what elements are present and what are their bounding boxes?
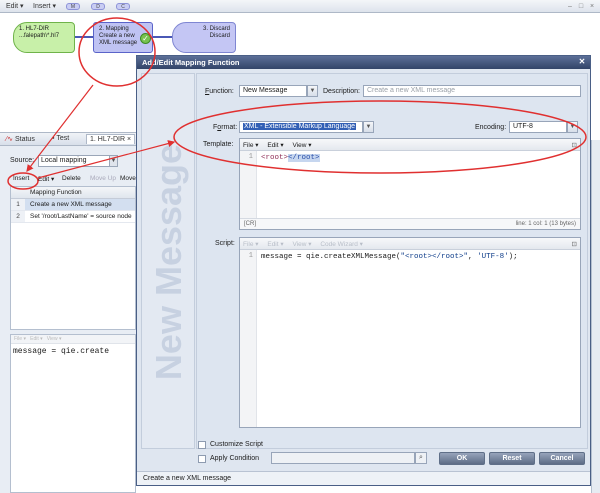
- dropdown-arrow-icon[interactable]: ▼: [567, 121, 578, 133]
- mapping-toolbar: Insert Edit ▾ Delete Move Up Move: [10, 173, 136, 185]
- dialog-side-banner: New Message: [141, 73, 195, 449]
- insert-menu[interactable]: Insert ▾: [33, 2, 56, 10]
- apply-condition-checkbox[interactable]: [198, 455, 206, 463]
- line-gutter: 1: [240, 151, 257, 218]
- node-title: 3. Discard: [202, 26, 230, 32]
- row-number: 2: [11, 211, 25, 222]
- description-placeholder: Create a new XML message: [367, 87, 456, 94]
- right-panel-edge: [591, 140, 600, 493]
- apply-condition-label: Apply Condition: [210, 455, 260, 462]
- node-title: 1. HL7-DIR: [19, 26, 50, 32]
- view-menu[interactable]: View ▾: [292, 142, 311, 149]
- table-row[interactable]: 2 Set '/root/LastName' = source node: [11, 211, 135, 223]
- panel-tabs: ⁄∿ Status ▪ Test 1. HL7-DIR ×: [0, 132, 136, 146]
- edit-menu[interactable]: Edit ▾: [267, 142, 283, 149]
- file-menu[interactable]: File ▾: [243, 241, 259, 248]
- script-label: Script:: [215, 240, 235, 247]
- move-up-button[interactable]: Move Up: [90, 175, 116, 182]
- function-label: Function:: [205, 88, 234, 95]
- main-toolbar: Edit ▾ Insert ▾ M D C – □ ×: [0, 0, 600, 13]
- script-editor-toolbar: File ▾ Edit ▾ View ▾ Code Wizard ▾ ⊡: [240, 238, 580, 250]
- template-status: [CR] line: 1 col: 1 (13 bytes): [240, 218, 580, 229]
- function-select[interactable]: New Message: [239, 85, 307, 97]
- encoding-select[interactable]: UTF-8: [509, 121, 567, 133]
- delete-button[interactable]: Delete: [62, 175, 81, 182]
- node-title: 2. Mapping: [99, 26, 129, 32]
- source-select[interactable]: Local mapping: [38, 155, 118, 167]
- cancel-button[interactable]: Cancel: [539, 452, 585, 465]
- toolbar-chip-m[interactable]: M: [66, 3, 80, 10]
- ok-button[interactable]: OK: [439, 452, 485, 465]
- tab-status[interactable]: ⁄∿ Status: [6, 135, 35, 143]
- template-code: <root></root>: [261, 154, 320, 162]
- move-button[interactable]: Move: [120, 175, 136, 182]
- pulse-icon: ⁄∿: [6, 136, 15, 143]
- search-icon[interactable]: ⌕: [415, 452, 427, 464]
- dialog-title: Add/Edit Mapping Function ✕: [137, 56, 590, 69]
- table-row[interactable]: 1 Create a new XML message: [11, 199, 135, 211]
- row-text: Create a new XML message: [30, 201, 112, 208]
- insert-button[interactable]: Insert: [13, 175, 29, 182]
- column-header: Mapping Function: [11, 187, 135, 199]
- template-mode: [CR]: [244, 221, 256, 227]
- dialog-body: Function: New Message ▼ Description: Cre…: [196, 73, 588, 449]
- tab-hl7-dir[interactable]: 1. HL7-DIR ×: [86, 134, 136, 144]
- row-number: 1: [11, 199, 25, 210]
- code-wizard-menu[interactable]: Code Wizard ▾: [320, 241, 363, 248]
- view-menu[interactable]: View ▾: [292, 241, 311, 248]
- mapping-function-dialog: Add/Edit Mapping Function ✕ New Message …: [136, 55, 591, 486]
- check-icon: ✓: [140, 33, 151, 44]
- script-preview-toolbar: File ▾ Edit ▾ View ▾: [11, 335, 135, 344]
- script-preview[interactable]: File ▾ Edit ▾ View ▾ message = qie.creat…: [10, 334, 136, 493]
- flow-connector: [153, 36, 172, 38]
- encoding-label: Encoding:: [475, 124, 507, 131]
- close-icon[interactable]: ×: [588, 3, 596, 10]
- mapping-panel: Source: Local mapping ▼ Insert Edit ▾ De…: [0, 146, 136, 493]
- dialog-status-bar: Create a new XML message: [137, 471, 590, 485]
- format-value: XML - Extensible Markup Language: [243, 123, 357, 130]
- flow-connector: [75, 36, 93, 38]
- edit-button[interactable]: Edit ▾: [38, 175, 54, 183]
- minimize-icon[interactable]: –: [566, 3, 574, 10]
- dropdown-arrow-icon[interactable]: ▼: [363, 121, 374, 133]
- condition-input[interactable]: [271, 452, 415, 464]
- script-editor[interactable]: File ▾ Edit ▾ View ▾ Code Wizard ▾ ⊡ 1 m…: [239, 237, 581, 428]
- dropdown-arrow-icon[interactable]: ▼: [109, 155, 118, 167]
- toolbar-chip-c[interactable]: C: [116, 3, 130, 10]
- customize-script-checkbox[interactable]: [198, 441, 206, 449]
- edit-menu[interactable]: Edit ▾: [267, 241, 283, 248]
- description-label: Description:: [323, 88, 360, 95]
- template-editor[interactable]: File ▾ Edit ▾ View ▾ ⊡ 1 <root></root> […: [239, 138, 581, 230]
- template-label: Template:: [203, 141, 234, 148]
- flow-node-discard[interactable]: 3. Discard Discard: [172, 22, 236, 53]
- line-gutter: 1: [240, 250, 257, 427]
- mapping-table: Mapping Function 1 Create a new XML mess…: [10, 186, 136, 330]
- script-preview-code: message = qie.create: [13, 347, 110, 356]
- script-code: message = qie.createXMLMessage("<root></…: [261, 253, 518, 261]
- restore-icon[interactable]: □: [577, 3, 585, 10]
- customize-script-label: Customize Script: [210, 441, 263, 448]
- edit-menu[interactable]: Edit ▾: [6, 2, 24, 10]
- flow-node-source[interactable]: 1. HL7-DIR ...falepath\*.hl7: [13, 22, 75, 53]
- source-label: Source:: [10, 157, 35, 164]
- node-subtitle: Discard: [209, 33, 230, 39]
- template-position: line: 1 col: 1 (13 bytes): [515, 221, 576, 227]
- format-label: Format:: [213, 124, 238, 131]
- row-text: Set '/root/LastName' = source node: [30, 213, 132, 220]
- expand-icon[interactable]: ⊡: [572, 240, 577, 248]
- dropdown-arrow-icon[interactable]: ▼: [307, 85, 318, 97]
- format-select[interactable]: XML - Extensible Markup Language: [239, 121, 363, 133]
- tab-test[interactable]: ▪ Test: [52, 135, 69, 142]
- side-banner-label: New Message: [148, 143, 189, 381]
- expand-icon[interactable]: ⊡: [572, 141, 577, 149]
- node-subtitle: ...falepath\*.hl7: [19, 33, 60, 39]
- close-icon[interactable]: ✕: [578, 58, 586, 66]
- toolbar-chip-d[interactable]: D: [91, 3, 105, 10]
- file-menu[interactable]: File ▾: [243, 142, 259, 149]
- template-editor-toolbar: File ▾ Edit ▾ View ▾ ⊡: [240, 139, 580, 151]
- description-input[interactable]: Create a new XML message: [363, 85, 581, 97]
- reset-button[interactable]: Reset: [489, 452, 535, 465]
